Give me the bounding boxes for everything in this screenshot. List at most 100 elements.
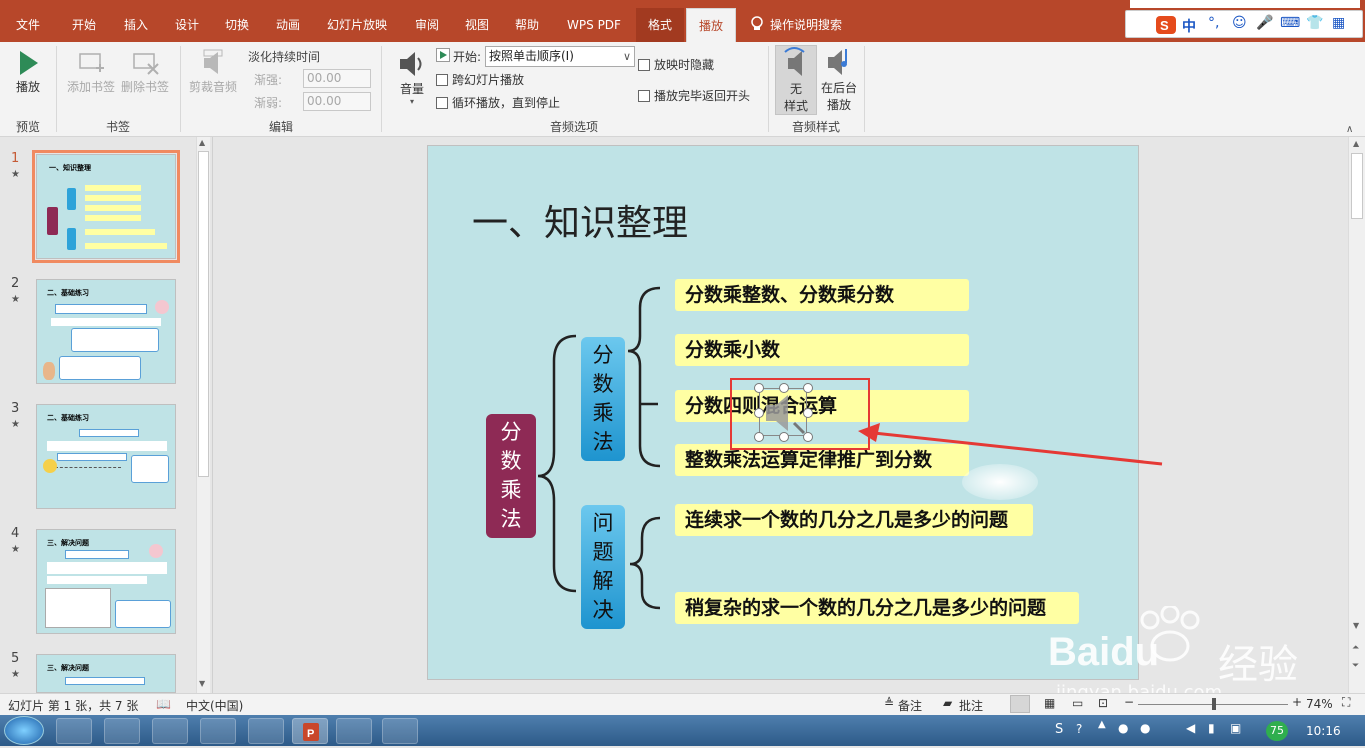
fade-duration-title: 淡化持续时间	[248, 50, 321, 64]
taskbar-app-icon[interactable]	[336, 718, 372, 744]
tab-wps-pdf[interactable]: WPS PDF	[556, 8, 632, 42]
slide-thumbnail-title: 三、解决问题	[47, 664, 89, 672]
ime-mic-icon[interactable]: 🎤	[1256, 15, 1273, 31]
tray-help-icon[interactable]: ?	[1076, 722, 1082, 736]
zoom-out-button[interactable]: −	[1124, 695, 1134, 709]
comments-button[interactable]: 批注	[959, 697, 983, 714]
scroll-down-icon[interactable]: ▼	[1353, 621, 1359, 630]
start-select[interactable]: 按照单击顺序(I) ∨	[485, 46, 635, 67]
clock[interactable]: 10:16	[1306, 724, 1341, 738]
zoom-slider-thumb[interactable]	[1212, 698, 1216, 710]
tab-file[interactable]: 文件	[6, 8, 50, 42]
ime-toolbar[interactable]: S 中 °, ☺ 🎤 ⌨ 👕 ▦	[1125, 10, 1363, 38]
volume-button[interactable]: 音量 ▾	[392, 48, 432, 106]
reading-view-button[interactable]: ▭	[1072, 696, 1083, 710]
taskbar-app-icon[interactable]	[152, 718, 188, 744]
slide-thumbnail-3[interactable]: 二、基础练习	[36, 404, 176, 509]
main-slide[interactable]: 一、知识整理 分 数 乘 法 分 数 乘 法 问 题 解 决 分数乘整数、分数乘…	[427, 145, 1139, 680]
remove-bookmark-button[interactable]: 删除书签	[118, 48, 172, 95]
comments-icon[interactable]: ▰	[943, 696, 952, 710]
slide-thumbnail-title: 三、解决问题	[47, 539, 89, 547]
play-in-background-button[interactable]: 在后台 播放	[817, 45, 861, 113]
taskbar-browser-icon[interactable]	[200, 718, 236, 744]
tray-app-icon[interactable]: ▣	[1230, 721, 1241, 735]
tab-review[interactable]: 审阅	[402, 8, 452, 42]
hide-during-show-checkbox[interactable]: 放映时隐藏	[638, 56, 714, 73]
tab-animations[interactable]: 动画	[262, 8, 314, 42]
slide-thumbnail-4[interactable]: 三、解决问题	[36, 529, 176, 634]
scroll-up-icon[interactable]: ▲	[1353, 139, 1359, 148]
trim-audio-icon	[203, 49, 223, 74]
tab-playback[interactable]: 播放	[686, 8, 736, 42]
play-in-background-icon	[828, 49, 847, 75]
start-button[interactable]	[4, 716, 44, 745]
ime-emoji-icon[interactable]: ☺	[1232, 15, 1247, 31]
tray-volume-icon[interactable]: ◀	[1186, 721, 1195, 735]
taskbar-app-icon[interactable]	[382, 718, 418, 744]
tray-qq-icon[interactable]: ●	[1118, 721, 1128, 735]
tab-format[interactable]: 格式	[636, 8, 684, 42]
scroll-down-icon[interactable]: ▼	[199, 679, 205, 688]
tab-help[interactable]: 帮助	[502, 8, 552, 42]
slide-sorter-button[interactable]: ▦	[1044, 696, 1055, 710]
ime-skin-icon[interactable]: 👕	[1306, 15, 1323, 31]
slide-number: 4	[11, 526, 20, 541]
scrollbar-thumb[interactable]	[198, 151, 209, 477]
normal-view-button[interactable]	[1010, 695, 1030, 713]
slide-number: 1	[11, 151, 20, 166]
zoom-in-button[interactable]: +	[1292, 695, 1302, 709]
volume-label: 音量	[399, 82, 424, 96]
tell-me-search[interactable]: 操作说明搜索	[770, 8, 860, 42]
slide-thumbnail-1[interactable]: 一、知识整理	[32, 150, 180, 263]
group-preview-label: 预览	[15, 120, 40, 134]
taskbar-app-icon[interactable]	[56, 718, 92, 744]
no-style-button[interactable]: 无 样式	[775, 45, 817, 115]
slide-thumbnail-2[interactable]: 二、基础练习	[36, 279, 176, 384]
tab-insert[interactable]: 插入	[110, 8, 162, 42]
tray-security-badge[interactable]: 75	[1266, 721, 1288, 741]
fade-out-input[interactable]: 00.00	[303, 92, 371, 111]
taskbar-media-icon[interactable]	[104, 718, 140, 744]
thumbnails-scrollbar[interactable]: ▲ ▼	[196, 137, 210, 693]
tray-expand-icon[interactable]: ▲	[1098, 719, 1106, 730]
rewind-after-playing-checkbox[interactable]: 播放完毕返回开头	[638, 87, 750, 104]
collapse-ribbon-icon[interactable]: ∧	[1346, 124, 1353, 135]
separator	[180, 46, 181, 132]
slideshow-view-button[interactable]: ⊡	[1098, 696, 1108, 710]
language-indicator[interactable]: 中文(中国)	[186, 697, 243, 714]
tab-view[interactable]: 视图	[452, 8, 502, 42]
previous-slide-icon[interactable]: ⏶	[1352, 643, 1359, 653]
scrollbar-thumb[interactable]	[1351, 153, 1363, 219]
branch-node-char: 题	[592, 540, 614, 564]
add-bookmark-button[interactable]: 添加书签	[64, 48, 118, 95]
ime-grid-icon[interactable]: ▦	[1332, 15, 1345, 31]
tab-design[interactable]: 设计	[162, 8, 212, 42]
taskbar-explorer-icon[interactable]	[248, 718, 284, 744]
trim-audio-button[interactable]: 剪裁音频	[186, 48, 240, 95]
zoom-level[interactable]: 74%	[1306, 697, 1333, 711]
fit-to-window-icon[interactable]: ⛶	[1342, 695, 1350, 710]
next-slide-icon[interactable]: ⏷	[1352, 661, 1359, 671]
loop-checkbox[interactable]: 循环播放，直到停止	[436, 94, 560, 111]
group-edit-label: 编辑	[268, 120, 293, 134]
notes-button[interactable]: 备注	[898, 697, 922, 714]
ime-keyboard-icon[interactable]: ⌨	[1280, 15, 1300, 31]
tray-network-icon[interactable]: ▮	[1208, 721, 1215, 735]
tab-home[interactable]: 开始	[58, 8, 110, 42]
play-button[interactable]: 播放	[6, 48, 50, 95]
lightbulb-icon	[750, 16, 764, 34]
taskbar-powerpoint-icon[interactable]: P	[292, 718, 328, 744]
root-node-char: 分	[500, 420, 522, 444]
notes-icon[interactable]: ≜	[884, 696, 894, 710]
tab-slideshow[interactable]: 幻灯片放映	[314, 8, 400, 42]
tray-ime-icon[interactable]: S	[1055, 722, 1063, 737]
tab-transitions[interactable]: 切换	[212, 8, 262, 42]
spelling-icon[interactable]: 📖	[156, 697, 171, 711]
fade-in-input[interactable]: 00.00	[303, 69, 371, 88]
play-across-slides-checkbox[interactable]: 跨幻灯片播放	[436, 71, 524, 88]
ime-punct-icon[interactable]: °,	[1208, 15, 1219, 31]
canvas-scrollbar[interactable]: ▲ ▼ ⏶ ⏷	[1348, 137, 1365, 693]
slide-thumbnail-5[interactable]: 三、解决问题	[36, 654, 176, 693]
tray-app-icon[interactable]: ●	[1140, 721, 1150, 735]
scroll-up-icon[interactable]: ▲	[199, 138, 205, 147]
